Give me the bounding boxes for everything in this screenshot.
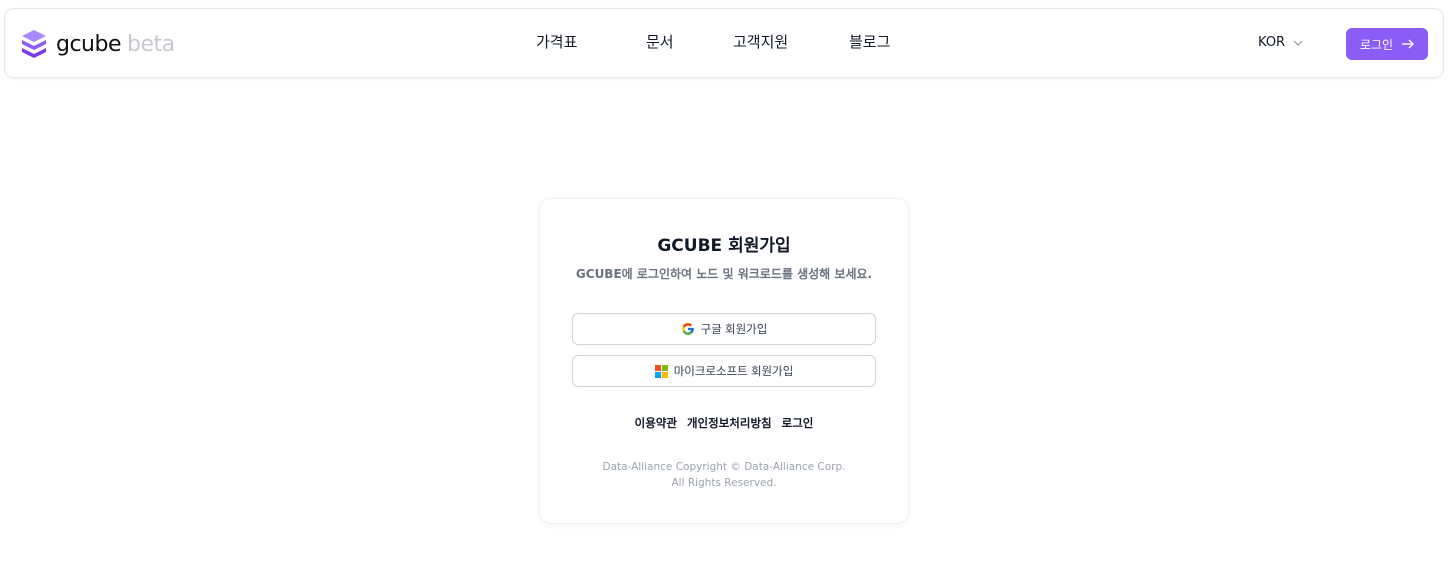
privacy-policy-link[interactable]: 개인정보처리방침 xyxy=(687,415,772,431)
signup-title: GCUBE 회원가입 xyxy=(657,236,791,256)
google-icon xyxy=(681,323,694,335)
microsoft-signup-label: 마이크로소프트 회원가입 xyxy=(673,366,794,378)
copyright-line-2: All Rights Reserved. xyxy=(671,477,777,489)
nav-blog[interactable]: 블로그 xyxy=(849,31,890,52)
google-signup-button[interactable]: 구글 회원가입 xyxy=(572,313,876,345)
login-button[interactable]: 로그인 xyxy=(1346,28,1428,60)
arrow-right-icon xyxy=(1402,39,1415,49)
top-header: gcube beta 가격표 문서 고객지원 블로그 KOR 로그인 xyxy=(4,8,1444,78)
login-link[interactable]: 로그인 xyxy=(782,415,814,431)
terms-link[interactable]: 이용약관 xyxy=(635,415,677,431)
signup-subtitle: GCUBE에 로그인하여 노드 및 워크로드를 생성해 보세요. xyxy=(575,267,873,281)
nav-docs[interactable]: 문서 xyxy=(646,31,674,52)
nav-pricing[interactable]: 가격표 xyxy=(536,31,577,52)
footer-links: 이용약관 개인정보처리방침 로그인 xyxy=(540,415,908,431)
language-selector[interactable]: KOR xyxy=(1258,35,1303,50)
login-button-label: 로그인 xyxy=(1359,37,1394,52)
language-label: KOR xyxy=(1258,35,1286,50)
google-signup-label: 구글 회원가입 xyxy=(700,324,768,336)
microsoft-icon xyxy=(654,364,668,378)
nav-support[interactable]: 고객지원 xyxy=(733,31,788,52)
chevron-down-icon xyxy=(1293,40,1303,46)
copyright-text: Data-Alliance Copyright © Data-Alliance … xyxy=(540,459,908,491)
signup-card: GCUBE 회원가입 GCUBE에 로그인하여 노드 및 워크로드를 생성해 보… xyxy=(539,198,909,524)
copyright-line-1: Data-Alliance Copyright © Data-Alliance … xyxy=(602,461,846,473)
main-nav: 가격표 문서 고객지원 블로그 xyxy=(5,31,1443,55)
microsoft-signup-button[interactable]: 마이크로소프트 회원가입 xyxy=(572,355,876,387)
